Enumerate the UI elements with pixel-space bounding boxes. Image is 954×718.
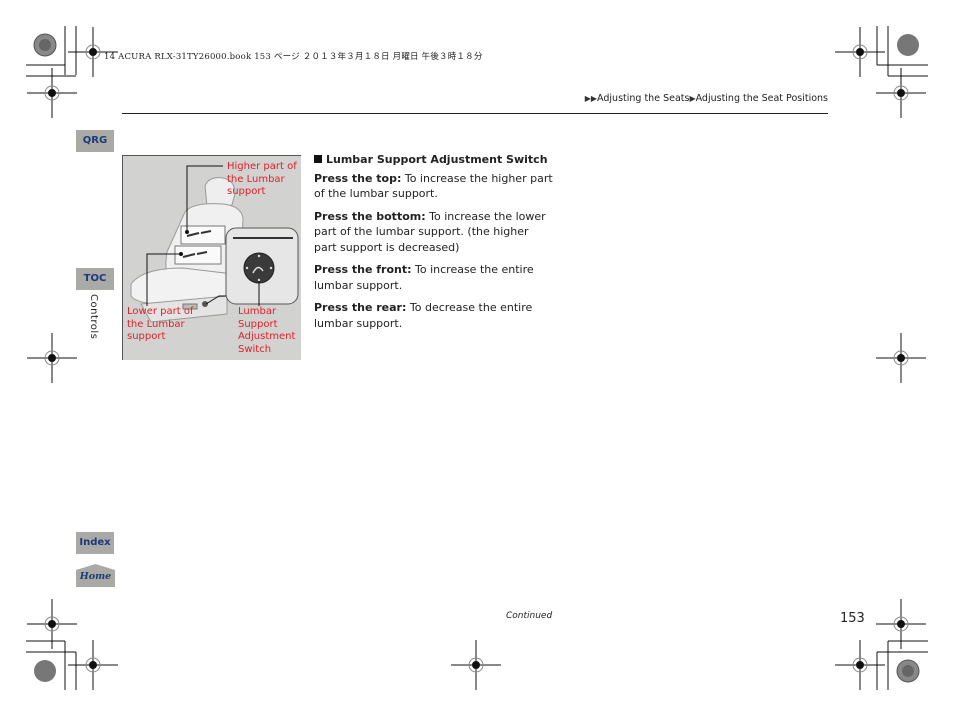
instruction-item: Press the front: To increase the entire … <box>314 263 534 292</box>
print-header: 14 ACURA RLX-31TY26000.book 153 ページ ２０１３… <box>104 52 483 62</box>
index-tab[interactable]: Index <box>76 532 114 554</box>
registration-mark-icon <box>451 640 501 690</box>
breadcrumb: ▶▶Adjusting the Seats▶Adjusting the Seat… <box>585 93 828 104</box>
toc-tab[interactable]: TOC <box>76 268 114 290</box>
double-arrow-icon: ▶▶ <box>584 94 598 103</box>
header-divider <box>122 113 828 114</box>
breadcrumb-item[interactable]: Adjusting the Seats <box>597 93 689 104</box>
section-label: Controls <box>88 294 99 340</box>
instructions: Lumbar Support Adjustment Switch Press t… <box>314 152 554 338</box>
registration-mark-icon <box>876 333 926 383</box>
callout-switch: Lumbar Support Adjustment Switch <box>238 306 296 355</box>
instruction-item: Press the bottom: To increase the lower … <box>314 209 546 254</box>
callout-higher-lumbar: Higher part of the Lumbar support <box>227 161 297 197</box>
section-heading: Lumbar Support Adjustment Switch <box>314 152 554 168</box>
instruction-item: Press the top: To increase the higher pa… <box>314 171 553 201</box>
square-bullet-icon <box>314 155 322 163</box>
continued-note: Continued <box>506 611 553 621</box>
registration-mark-icon <box>27 333 77 383</box>
callout-lower-lumbar: Lower part of the Lumbar support <box>127 306 194 342</box>
home-label: Home <box>79 571 112 582</box>
seat-illustration: Higher part of the Lumbar support Lower … <box>122 155 301 360</box>
page-number: 153 <box>840 611 865 626</box>
instruction-item: Press the rear: To decrease the entire l… <box>314 301 533 330</box>
qrg-tab[interactable]: QRG <box>76 130 114 152</box>
home-tab[interactable]: Home <box>76 564 115 587</box>
breadcrumb-item[interactable]: Adjusting the Seat Positions <box>696 93 828 104</box>
